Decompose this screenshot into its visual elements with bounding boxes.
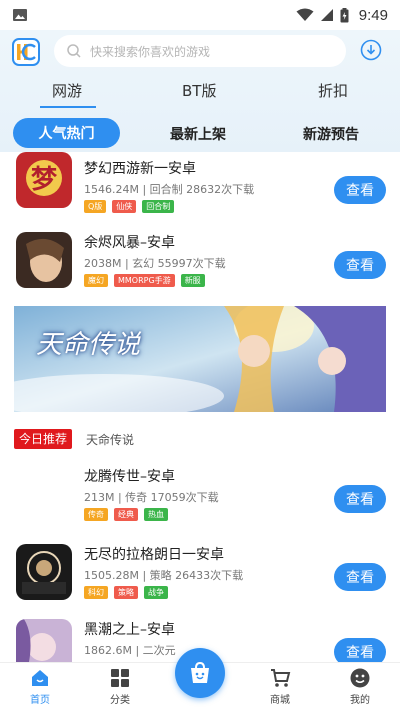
list-item[interactable]: 梦 梦幻西游新一安卓 1546.24M | 回合制 28632次下载 Q版 仙侠… [0, 152, 400, 222]
app-logo[interactable] [12, 38, 40, 66]
search-placeholder: 快来搜索你喜欢的游戏 [90, 44, 211, 59]
active-tab-indicator [40, 106, 96, 108]
view-button[interactable]: 查看 [334, 485, 386, 513]
game-name: 黑潮之上–安卓 [84, 622, 175, 638]
tab-discount[interactable]: 折扣 [318, 80, 348, 101]
tag: 传奇 [84, 508, 108, 521]
status-bar: 9:49 [0, 0, 400, 30]
view-button[interactable]: 查看 [334, 251, 386, 279]
nav-profile[interactable]: 我的 [330, 667, 390, 706]
game-name: 无尽的拉格朗日一安卓 [84, 547, 224, 563]
nav-label: 首页 [30, 695, 50, 706]
promo-banner[interactable]: 天命传说 [14, 306, 386, 412]
shop-bag-button[interactable] [175, 648, 225, 698]
tab-wangyou[interactable]: 网游 [52, 80, 82, 101]
svg-text:梦: 梦 [31, 165, 58, 195]
tag: 回合制 [142, 200, 175, 213]
nav-label: 分类 [110, 695, 130, 706]
game-meta: 1862.6M | 二次元 [84, 644, 176, 657]
game-tags: 传奇 经典 热血 [84, 508, 168, 521]
shopping-bag-icon [191, 661, 209, 683]
view-button[interactable]: 查看 [334, 563, 386, 591]
game-meta: 2038M | 玄幻 55997次下载 [84, 257, 226, 270]
game-tags: Q版 仙侠 回合制 [84, 200, 175, 213]
game-meta: 1546.24M | 回合制 28632次下载 [84, 183, 255, 196]
view-button[interactable]: 查看 [334, 176, 386, 204]
tag: 仙侠 [112, 200, 137, 213]
nav-home[interactable]: 首页 [10, 667, 70, 706]
list-item[interactable]: 龙腾传世–安卓 213M | 传奇 17059次下载 传奇 经典 热血 查看 [0, 466, 400, 530]
home-icon [32, 670, 48, 686]
wifi-icon [296, 8, 314, 21]
today-recommend: 今日推荐 天命传说 [14, 428, 134, 450]
game-icon [16, 619, 72, 662]
profile-icon [350, 668, 370, 688]
top-tabs: 网游 BT版 折扣 [0, 80, 400, 116]
game-tags: 科幻 策略 战争 [84, 586, 168, 599]
game-icon [16, 544, 72, 600]
game-meta: 213M | 传奇 17059次下载 [84, 491, 219, 504]
subtab-upcoming[interactable]: 新游预告 [303, 124, 359, 144]
download-icon[interactable] [360, 39, 382, 61]
signal-icon [320, 9, 333, 21]
game-name: 龙腾传世–安卓 [84, 469, 175, 485]
nav-label: 商城 [270, 695, 290, 706]
nav-category[interactable]: 分类 [90, 667, 150, 706]
cart-icon [271, 669, 291, 687]
subtab-popular[interactable]: 人气热门 [13, 118, 120, 148]
game-list: 梦 梦幻西游新一安卓 1546.24M | 回合制 28632次下载 Q版 仙侠… [0, 152, 400, 662]
tab-bt[interactable]: BT版 [182, 80, 216, 101]
view-button[interactable]: 查看 [334, 638, 386, 662]
list-item[interactable]: 无尽的拉格朗日一安卓 1505.28M | 策略 26433次下载 科幻 策略 … [0, 544, 400, 608]
tag: 新服 [180, 274, 205, 287]
tag: 战争 [144, 586, 168, 599]
search-icon [67, 44, 81, 58]
sub-tabs: 人气热门 最新上架 新游预告 [0, 118, 400, 150]
tag: MMORPG手游 [114, 274, 175, 287]
status-time: 9:49 [358, 6, 388, 24]
game-icon: 梦 [16, 152, 72, 208]
app-logo-icon [17, 43, 36, 61]
tag: Q版 [84, 200, 107, 213]
nav-shop[interactable]: 商城 [250, 667, 310, 706]
subtab-new[interactable]: 最新上架 [170, 124, 226, 144]
list-item[interactable]: 余烬风暴–安卓 2038M | 玄幻 55997次下载 魔幻 MMORPG手游 … [0, 232, 400, 296]
tag: 科幻 [84, 586, 108, 599]
game-name: 梦幻西游新一安卓 [84, 161, 196, 177]
battery-icon [340, 7, 349, 22]
search-input[interactable]: 快来搜索你喜欢的游戏 [54, 35, 346, 67]
tag: 魔幻 [84, 274, 108, 287]
grid-icon [111, 669, 129, 687]
tag: 经典 [114, 508, 138, 521]
tag: 策略 [114, 586, 138, 599]
game-tags: 魔幻 MMORPG手游 新服 [84, 274, 205, 287]
gallery-notification-icon [13, 9, 27, 21]
game-icon [16, 232, 72, 288]
today-game-name[interactable]: 天命传说 [86, 431, 134, 448]
game-meta: 1505.28M | 策略 26433次下载 [84, 569, 244, 582]
nav-label: 我的 [350, 695, 370, 706]
tag: 热血 [144, 508, 168, 521]
banner-title: 天命传说 [36, 330, 141, 360]
game-name: 余烬风暴–安卓 [84, 235, 175, 251]
today-badge: 今日推荐 [14, 429, 73, 449]
